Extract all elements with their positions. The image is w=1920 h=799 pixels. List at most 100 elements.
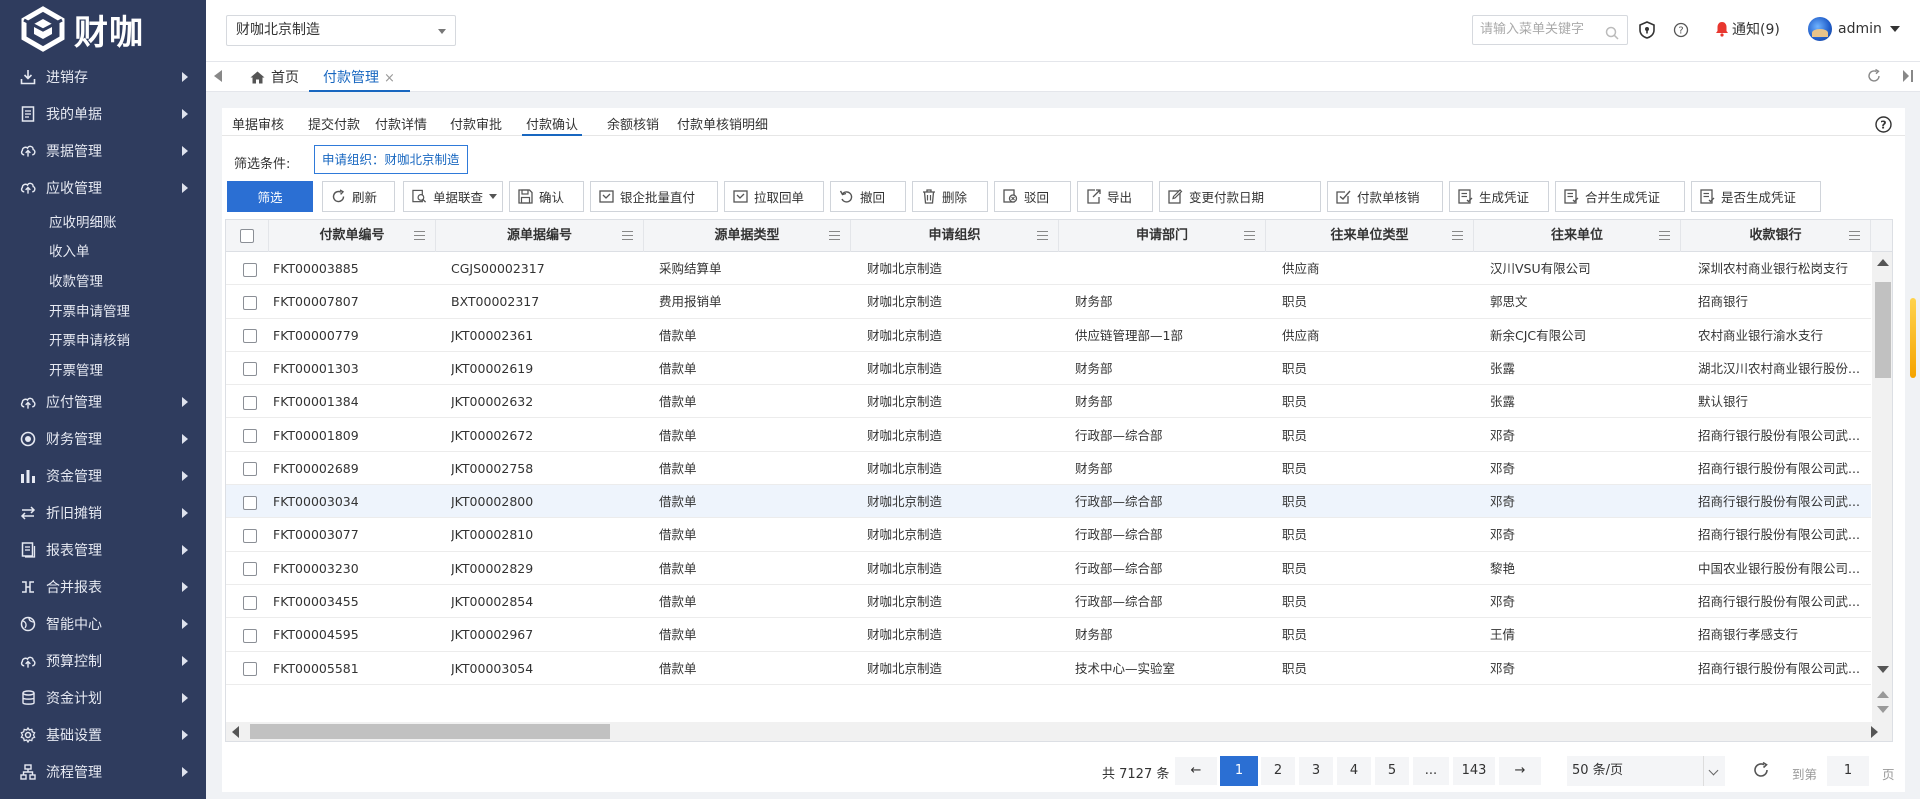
sidebar-item-6[interactable]: 资金管理 bbox=[0, 458, 206, 495]
page-button-4[interactable]: 5 bbox=[1374, 756, 1410, 786]
row-checkbox[interactable] bbox=[243, 329, 257, 344]
filter-button[interactable]: 筛选 bbox=[227, 181, 313, 212]
column-menu-icon[interactable] bbox=[622, 231, 633, 240]
subtab-0[interactable]: 单据审核 bbox=[228, 114, 288, 136]
sidebar-item-13[interactable]: 基础设置 bbox=[0, 717, 206, 754]
sidebar-item-10[interactable]: 智能中心 bbox=[0, 606, 206, 643]
tab-home[interactable]: 首页 bbox=[250, 67, 299, 87]
column-menu-icon[interactable] bbox=[1849, 231, 1860, 240]
sidebar-item-12[interactable]: 资金计划 bbox=[0, 680, 206, 717]
scroll-down-icon[interactable] bbox=[1877, 706, 1889, 713]
page-button-3[interactable]: 4 bbox=[1336, 756, 1372, 786]
row-checkbox[interactable] bbox=[243, 429, 257, 443]
column-header-7[interactable]: 收款银行 bbox=[1681, 220, 1871, 252]
refresh-icon[interactable] bbox=[1866, 68, 1882, 88]
logo[interactable]: 财咖 bbox=[0, 0, 206, 58]
refresh-icon[interactable] bbox=[1752, 761, 1770, 783]
sidebar-item-8[interactable]: 报表管理 bbox=[0, 532, 206, 569]
row-checkbox[interactable] bbox=[243, 528, 257, 543]
tab-scroll-left-icon[interactable] bbox=[214, 70, 222, 82]
scroll-up-icon[interactable] bbox=[1877, 691, 1889, 698]
sidebar-subitem-2[interactable]: 收款管理 bbox=[0, 265, 206, 295]
subtab-5[interactable]: 余额核销 bbox=[603, 114, 663, 136]
table-row[interactable]: FKT00003077 JKT00002810 借款单 财咖北京制造 行政部—综合部 职员… bbox=[226, 518, 1871, 552]
subtab-3[interactable]: 付款审批 bbox=[446, 114, 506, 136]
toolbar-button-0[interactable]: 刷新 bbox=[322, 181, 395, 212]
toolbar-button-5[interactable]: 撤回 bbox=[830, 181, 906, 212]
column-menu-icon[interactable] bbox=[1659, 231, 1670, 240]
prev-page-button[interactable]: ← bbox=[1174, 756, 1218, 786]
toolbar-button-1[interactable]: 单据联查 bbox=[403, 181, 503, 212]
sidebar-item-1[interactable]: 我的单据 bbox=[0, 95, 206, 132]
sidebar-subitem-0[interactable]: 应收明细账 bbox=[0, 206, 206, 236]
select-all-checkbox[interactable] bbox=[240, 228, 254, 243]
toolbar-button-7[interactable]: 驳回 bbox=[994, 181, 1071, 212]
sidebar-item-9[interactable]: 合并报表 bbox=[0, 569, 206, 606]
column-header-0[interactable]: 付款单编号 bbox=[269, 220, 436, 252]
column-menu-icon[interactable] bbox=[414, 231, 425, 240]
search-icon[interactable] bbox=[1605, 23, 1619, 51]
column-header-2[interactable]: 源单据类型 bbox=[644, 220, 851, 252]
org-select[interactable]: 财咖北京制造 bbox=[226, 15, 456, 46]
row-checkbox[interactable] bbox=[243, 662, 257, 677]
sidebar-item-7[interactable]: 折旧摊销 bbox=[0, 495, 206, 532]
vertical-scrollbar[interactable] bbox=[1872, 252, 1892, 685]
help-icon[interactable]: ? bbox=[1672, 21, 1690, 39]
column-header-3[interactable]: 申请组织 bbox=[851, 220, 1059, 252]
toolbar-button-12[interactable]: 合并生成凭证 bbox=[1555, 181, 1685, 212]
toolbar-button-3[interactable]: 银企批量直付 bbox=[590, 181, 718, 212]
close-icon[interactable]: × bbox=[384, 71, 395, 86]
row-checkbox[interactable] bbox=[243, 595, 257, 610]
subtab-2[interactable]: 付款详情 bbox=[371, 114, 431, 136]
row-checkbox[interactable] bbox=[243, 628, 257, 643]
scroll-right-icon[interactable] bbox=[1871, 726, 1878, 738]
notification-button[interactable]: 通知(9) bbox=[1715, 19, 1780, 39]
column-header-1[interactable]: 源单据编号 bbox=[436, 220, 644, 252]
row-checkbox[interactable] bbox=[243, 362, 257, 377]
sidebar-item-4[interactable]: 应付管理 bbox=[0, 384, 206, 421]
table-row[interactable]: FKT00003885 CGJS00002317 采购结算单 财咖北京制造 供应商 汉川V… bbox=[226, 252, 1871, 286]
page-size-select[interactable]: 50 条/页 bbox=[1567, 756, 1725, 786]
table-row[interactable]: FKT00000779 JKT00002361 借款单 财咖北京制造 供应链管理部—1部… bbox=[226, 319, 1871, 352]
sidebar-item-5[interactable]: 财务管理 bbox=[0, 421, 206, 458]
table-row[interactable]: FKT00007807 BXT00002317 费用报销单 财咖北京制造 财务部 职员 郭思… bbox=[226, 285, 1871, 319]
horizontal-scrollbar[interactable] bbox=[226, 722, 1892, 741]
sidebar-item-11[interactable]: 预算控制 bbox=[0, 643, 206, 680]
jump-page-input[interactable]: 1 bbox=[1827, 756, 1869, 786]
sidebar-item-2[interactable]: 票据管理 bbox=[0, 132, 206, 169]
subtab-4[interactable]: 付款确认 bbox=[522, 114, 583, 136]
toolbar-button-2[interactable]: 确认 bbox=[509, 181, 584, 212]
scroll-down-icon[interactable] bbox=[1877, 666, 1889, 673]
table-row[interactable]: FKT00004595 JKT00002967 借款单 财咖北京制造 财务部 职员 王倩 招商… bbox=[226, 618, 1871, 652]
user-menu[interactable]: admin bbox=[1808, 17, 1900, 41]
filter-chip[interactable]: 申请组织：财咖北京制造 bbox=[314, 145, 468, 174]
toolbar-button-9[interactable]: 变更付款日期 bbox=[1159, 181, 1321, 212]
column-header-4[interactable]: 申请部门 bbox=[1059, 220, 1266, 252]
page-button-1[interactable]: 2 bbox=[1260, 756, 1296, 786]
page-button-0[interactable]: 1 bbox=[1220, 756, 1258, 786]
row-checkbox[interactable] bbox=[243, 295, 257, 310]
row-checkbox[interactable] bbox=[243, 462, 257, 477]
row-checkbox[interactable] bbox=[243, 395, 257, 410]
toolbar-button-10[interactable]: 付款单核销 bbox=[1327, 181, 1443, 212]
sidebar-subitem-1[interactable]: 收入单 bbox=[0, 236, 206, 266]
sidebar-item-3[interactable]: 应收管理 bbox=[0, 169, 206, 206]
table-row[interactable]: FKT00005581 JKT00003054 借款单 财咖北京制造 技术中心—实验室 职… bbox=[226, 652, 1871, 685]
scroll-thumb[interactable] bbox=[1875, 282, 1891, 378]
row-checkbox[interactable] bbox=[243, 495, 257, 510]
table-row[interactable]: FKT00001303 JKT00002619 借款单 财咖北京制造 财务部 职员 张露 湖北… bbox=[226, 352, 1871, 386]
column-menu-icon[interactable] bbox=[829, 231, 840, 240]
toolbar-button-4[interactable]: 拉取回单 bbox=[724, 181, 824, 212]
scroll-left-icon[interactable] bbox=[232, 726, 239, 738]
toolbar-button-13[interactable]: 是否生成凭证 bbox=[1691, 181, 1821, 212]
column-menu-icon[interactable] bbox=[1244, 231, 1255, 240]
tab-scroll-right-icon[interactable] bbox=[1902, 69, 1916, 87]
table-row[interactable]: FKT00003455 JKT00002854 借款单 财咖北京制造 行政部—综合部 职员… bbox=[226, 585, 1871, 619]
sidebar-item-14[interactable]: 流程管理 bbox=[0, 754, 206, 791]
page-button-6[interactable]: 143 bbox=[1452, 756, 1496, 786]
table-row[interactable]: FKT00003034 JKT00002800 借款单 财咖北京制造 行政部—综合部 职员… bbox=[226, 485, 1871, 519]
row-checkbox[interactable] bbox=[243, 562, 257, 577]
table-row[interactable]: FKT00001384 JKT00002632 借款单 财咖北京制造 财务部 职员 张露 默认… bbox=[226, 385, 1871, 419]
column-menu-icon[interactable] bbox=[1452, 231, 1463, 240]
sidebar-subitem-4[interactable]: 开票申请核销 bbox=[0, 324, 206, 354]
